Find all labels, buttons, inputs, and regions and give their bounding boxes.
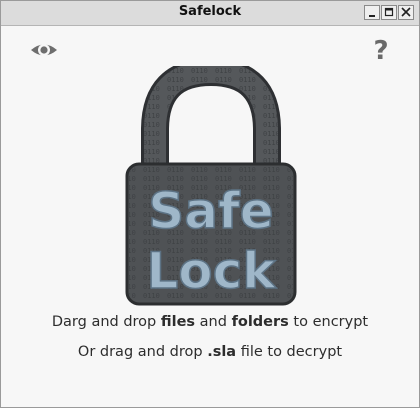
files-keyword: files bbox=[160, 314, 196, 330]
drop-zone[interactable]: ? 0110 Safe Lock Darg and drop files an bbox=[1, 26, 419, 407]
logo-text-safe: Safe bbox=[148, 182, 273, 240]
instruction-text: to encrypt bbox=[288, 314, 369, 330]
close-icon bbox=[401, 7, 411, 17]
window-title: Safelock bbox=[178, 4, 242, 19]
instruction-text: and bbox=[195, 314, 232, 330]
folders-keyword: folders bbox=[231, 314, 289, 330]
close-button[interactable] bbox=[398, 5, 414, 20]
eye-button[interactable] bbox=[29, 38, 59, 62]
instruction-text: file to decrypt bbox=[236, 344, 343, 360]
instruction-text: Or drag and drop bbox=[77, 344, 208, 360]
title-bar[interactable]: Safelock bbox=[1, 1, 419, 26]
lock-logo-icon: 0110 Safe Lock bbox=[125, 57, 297, 306]
sla-extension: .sla bbox=[207, 344, 237, 360]
minimize-icon bbox=[369, 15, 375, 17]
app-window: Safelock ? 0110 bbox=[0, 0, 420, 408]
safelock-logo: 0110 Safe Lock bbox=[119, 57, 303, 306]
maximize-button[interactable] bbox=[381, 5, 397, 20]
encrypt-instruction: Darg and drop files and folders to encry… bbox=[1, 314, 419, 330]
decrypt-instruction: Or drag and drop .sla file to decrypt bbox=[1, 344, 419, 360]
maximize-icon bbox=[384, 7, 394, 17]
logo-text-lock: Lock bbox=[146, 242, 277, 300]
eye-icon bbox=[31, 44, 57, 56]
minimize-button[interactable] bbox=[364, 5, 380, 20]
instruction-text: Darg and drop bbox=[51, 314, 161, 330]
help-button[interactable]: ? bbox=[371, 37, 391, 65]
